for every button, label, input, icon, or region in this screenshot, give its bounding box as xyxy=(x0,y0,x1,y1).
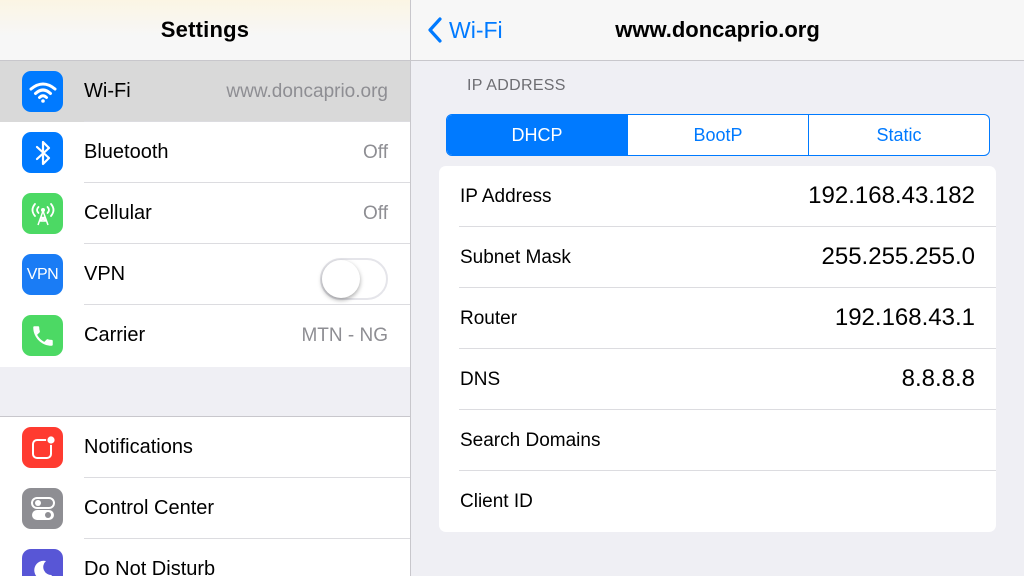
sidebar-item-label: Notifications xyxy=(84,436,193,458)
sidebar-item-vpn[interactable]: VPN VPN xyxy=(0,243,410,305)
page-title: www.doncaprio.org xyxy=(615,17,820,42)
sidebar-item-label: Control Center xyxy=(84,497,215,519)
segment-bootp[interactable]: BootP xyxy=(627,115,808,155)
vpn-icon: VPN xyxy=(22,254,63,295)
sidebar-item-control-center[interactable]: Control Center xyxy=(0,477,410,539)
settings-group-connectivity: Wi-Fi www.doncaprio.org Bluetooth Off Ce… xyxy=(0,61,410,367)
sidebar-title: Settings xyxy=(160,17,250,42)
bluetooth-icon xyxy=(22,132,63,173)
row-separator xyxy=(84,538,410,539)
sidebar-item-label: VPN xyxy=(84,263,126,285)
sidebar-item-carrier[interactable]: Carrier MTN - NG xyxy=(0,304,410,366)
router-row[interactable]: Router 192.168.43.1 xyxy=(439,288,996,349)
sidebar-item-value: www.doncaprio.org xyxy=(226,81,388,102)
segment-static[interactable]: Static xyxy=(808,115,989,155)
search-domains-row[interactable]: Search Domains xyxy=(439,410,996,471)
ip-mode-segmented-control: DHCP BootP Static xyxy=(446,114,990,156)
control-center-icon xyxy=(22,488,63,529)
field-label: Router xyxy=(460,308,518,329)
field-label: DNS xyxy=(460,369,501,390)
moon-icon xyxy=(22,549,63,576)
field-label: Search Domains xyxy=(460,430,601,451)
row-separator xyxy=(84,304,410,305)
row-separator xyxy=(84,243,410,244)
pane-divider xyxy=(410,0,411,576)
row-separator xyxy=(84,477,410,478)
field-label: IP Address xyxy=(460,186,552,207)
sidebar-header: Settings xyxy=(0,0,410,61)
sidebar-item-value: MTN - NG xyxy=(301,325,388,346)
sidebar-item-label: Do Not Disturb xyxy=(84,558,216,576)
sidebar-item-notifications[interactable]: Notifications xyxy=(0,417,410,478)
field-label: Client ID xyxy=(460,491,533,512)
field-value: 192.168.43.1 xyxy=(834,304,975,331)
sidebar-item-wifi[interactable]: Wi-Fi www.doncaprio.org xyxy=(0,61,410,122)
detail-header: Wi-Fi www.doncaprio.org xyxy=(411,0,1024,61)
field-label: Subnet Mask xyxy=(460,247,571,268)
field-value: 192.168.43.182 xyxy=(808,182,975,209)
vpn-icon-text: VPN xyxy=(26,265,59,283)
toggle-knob xyxy=(322,260,360,298)
phone-icon xyxy=(22,315,63,356)
subnet-mask-row[interactable]: Subnet Mask 255.255.255.0 xyxy=(439,227,996,288)
notifications-icon xyxy=(22,427,63,468)
vpn-toggle[interactable] xyxy=(320,258,388,300)
settings-group-system: Notifications Control Center Do Not Dist… xyxy=(0,416,410,576)
row-separator xyxy=(84,121,410,122)
sidebar-item-label: Wi-Fi xyxy=(84,80,131,102)
wifi-icon xyxy=(22,71,63,112)
sidebar-item-label: Carrier xyxy=(84,324,146,346)
ip-address-row[interactable]: IP Address 192.168.43.182 xyxy=(439,166,996,227)
dns-row[interactable]: DNS 8.8.8.8 xyxy=(439,349,996,410)
sidebar-item-value: Off xyxy=(363,142,388,163)
settings-sidebar: Settings Wi-Fi www.doncaprio.org Bluetoo… xyxy=(0,0,410,576)
cellular-icon xyxy=(22,193,63,234)
ip-details-list: IP Address 192.168.43.182 Subnet Mask 25… xyxy=(439,166,996,532)
row-separator xyxy=(84,182,410,183)
sidebar-item-do-not-disturb[interactable]: Do Not Disturb xyxy=(0,538,410,576)
segment-dhcp[interactable]: DHCP xyxy=(447,115,627,155)
sidebar-item-bluetooth[interactable]: Bluetooth Off xyxy=(0,121,410,183)
sidebar-item-label: Bluetooth xyxy=(84,141,169,163)
field-value: 255.255.255.0 xyxy=(821,243,975,270)
client-id-row[interactable]: Client ID xyxy=(439,471,996,532)
sidebar-item-cellular[interactable]: Cellular Off xyxy=(0,182,410,244)
sidebar-item-label: Cellular xyxy=(84,202,152,224)
field-value: 8.8.8.8 xyxy=(901,365,975,392)
section-header-ip-address: IP ADDRESS xyxy=(467,77,566,94)
sidebar-item-value: Off xyxy=(363,203,388,224)
